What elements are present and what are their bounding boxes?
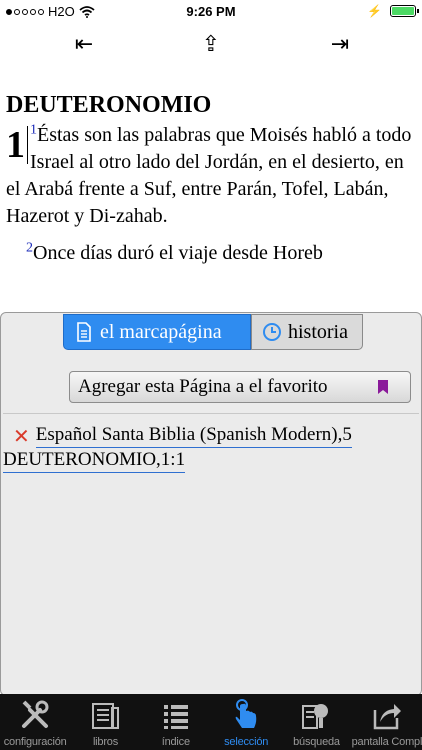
tap-hand-icon [235,699,257,728]
bookmark-ribbon-icon [378,380,388,394]
book-title: DEUTERONOMIO [6,92,212,118]
tab-settings[interactable]: configuración [0,694,70,750]
tab-label: pantalla Completa [351,736,422,748]
tab-bookmarks-label: el marcapágina [100,320,222,343]
tab-fullscreen[interactable]: pantalla Completa [352,694,422,750]
tab-label: libros [92,736,119,748]
share-icon [373,704,401,730]
bookmark-title[interactable]: Español Santa Biblia (Spanish Modern),5 [35,423,352,448]
up-button[interactable]: ⇪ [191,30,231,60]
verse-number: 2 [26,240,33,256]
add-favorite-label: Agregar esta Página a el favorito [78,376,328,397]
tab-history-label: historia [288,320,348,343]
clock-icon [262,322,282,342]
search-icon [302,704,329,729]
verse-text: Éstas son las palabras que Moisés habló … [6,124,412,227]
tools-icon [22,700,49,728]
tab-search[interactable]: búsqueda [281,694,351,750]
list-icon [163,705,188,729]
divider [3,413,419,414]
bookmark-reference[interactable]: DEUTERONOMIO,1:1 [3,448,186,473]
status-time: 9:26 PM [186,4,236,19]
status-bar: H2O 9:26 PM ⚡ [0,0,422,22]
previous-chapter-button[interactable]: ⇤ [64,30,104,60]
tab-bar: configuración libros índice selección bú… [0,694,422,750]
tab-selection[interactable]: selección [211,694,281,750]
chapter-navigation: ⇤ ⇪ ⇥ [0,28,422,64]
verse-text: Once días duró el viaje desde Horeb [33,242,323,264]
bookmark-panel: el marcapágina historia Agregar esta Pág… [0,312,422,696]
tab-history[interactable]: historia [251,314,363,350]
charging-icon: ⚡ [367,4,382,18]
chapter-number: 1 [6,126,28,164]
tab-label: índice [161,736,190,748]
add-favorite-button[interactable]: Agregar esta Página a el favorito [69,371,411,403]
tab-label: búsqueda [293,736,340,748]
bookmark-page-icon [74,322,94,342]
tab-books[interactable]: libros [70,694,140,750]
verse-number: 1 [30,122,37,138]
delete-icon[interactable]: ✕ [13,424,30,448]
books-icon [92,703,120,729]
tab-index[interactable]: índice [141,694,211,750]
bookmark-list-item[interactable]: ✕ Español Santa Biblia (Spanish Modern),… [3,423,419,473]
panel-segmented-control: el marcapágina historia [63,314,363,350]
verse[interactable]: 2Once días duró el viaje desde Horeb [6,240,416,267]
scripture-reader[interactable]: DEUTERONOMIO 1 1Éstas son las palabras qu… [0,88,422,314]
tab-label: configuración [3,736,67,748]
tab-bookmarks[interactable]: el marcapágina [63,314,251,350]
battery-icon [390,5,419,17]
tab-label: selección [224,736,269,748]
verse[interactable]: 1 1Éstas son las palabras que Moisés habl… [6,122,416,230]
next-chapter-button[interactable]: ⇥ [320,30,360,60]
